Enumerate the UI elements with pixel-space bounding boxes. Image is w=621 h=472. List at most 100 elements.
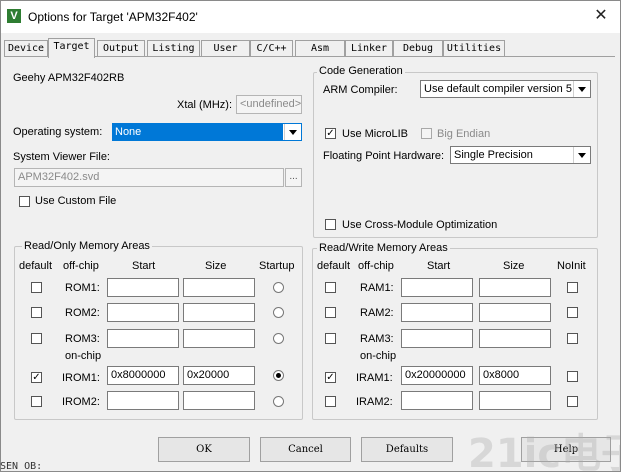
- ro-header-default: default: [19, 260, 53, 272]
- use-custom-file-checkbox[interactable]: [19, 196, 30, 207]
- rw-header-default: default: [317, 260, 351, 272]
- cross-module-optimization-label: Use Cross-Module Optimization: [342, 219, 498, 231]
- os-select[interactable]: None: [112, 123, 302, 141]
- ok-button[interactable]: OK: [158, 437, 250, 462]
- ro-header-size: Size: [205, 260, 227, 272]
- iram2-noinit-checkbox[interactable]: [567, 396, 578, 407]
- rom1-default-checkbox[interactable]: [31, 282, 42, 293]
- tab-device[interactable]: Device: [4, 40, 48, 57]
- rom2-startup-radio[interactable]: [273, 307, 284, 318]
- iram1-start-field[interactable]: 0x20000000: [401, 366, 473, 385]
- tab-strip-border: [4, 56, 615, 57]
- rom3-default-checkbox[interactable]: [31, 333, 42, 344]
- rom1-label: ROM1:: [65, 282, 100, 294]
- irom1-start-field[interactable]: 0x8000000: [107, 366, 179, 385]
- xtal-label: Xtal (MHz):: [177, 99, 232, 111]
- background-text: SEN OB:: [0, 461, 43, 472]
- tab-asm[interactable]: Asm: [295, 40, 345, 57]
- arm-compiler-value: Use default compiler version 5: [424, 83, 572, 95]
- irom2-start-field[interactable]: [107, 391, 179, 410]
- tab-utilities[interactable]: Utilities: [443, 40, 505, 57]
- use-microlib-label: Use MicroLIB: [342, 128, 409, 140]
- read-write-memory-title: Read/Write Memory Areas: [317, 242, 450, 255]
- rom3-start-field[interactable]: [107, 329, 179, 348]
- rw-header-start: Start: [427, 260, 451, 272]
- ram3-label: RAM3:: [360, 333, 394, 345]
- chevron-down-icon[interactable]: [573, 147, 590, 163]
- tab-output[interactable]: Output: [97, 40, 145, 57]
- tab-linker[interactable]: Linker: [345, 40, 393, 57]
- tab-target[interactable]: Target: [48, 38, 95, 58]
- cancel-button[interactable]: Cancel: [260, 437, 351, 462]
- svd-browse-button[interactable]: ...: [285, 168, 302, 187]
- os-select-value: None: [113, 124, 283, 140]
- cross-module-optimization-checkbox[interactable]: [325, 219, 336, 230]
- irom2-default-checkbox[interactable]: [31, 396, 42, 407]
- ram2-noinit-checkbox[interactable]: [567, 307, 578, 318]
- irom1-label: IROM1:: [62, 372, 100, 384]
- ram1-size-field[interactable]: [479, 278, 551, 297]
- close-icon[interactable]: ✕: [589, 5, 613, 27]
- svd-file-field[interactable]: APM32F402.svd: [14, 168, 284, 187]
- irom1-size-field[interactable]: 0x20000: [183, 366, 255, 385]
- iram2-default-checkbox[interactable]: [325, 396, 336, 407]
- ro-header-startup: Startup: [259, 260, 295, 272]
- iram1-size-field[interactable]: 0x8000: [479, 366, 551, 385]
- ram2-default-checkbox[interactable]: [325, 307, 336, 318]
- rom1-startup-radio[interactable]: [273, 282, 284, 293]
- defaults-button[interactable]: Defaults: [361, 437, 453, 462]
- tab-debug[interactable]: Debug: [393, 40, 443, 57]
- ram3-noinit-checkbox[interactable]: [567, 333, 578, 344]
- fpu-value: Single Precision: [454, 149, 533, 161]
- arm-compiler-select[interactable]: Use default compiler version 5: [420, 80, 591, 98]
- watermark-logo: 21ic电子网: [468, 431, 620, 472]
- irom2-size-field[interactable]: [183, 391, 255, 410]
- rom3-size-field[interactable]: [183, 329, 255, 348]
- ram1-label: RAM1:: [360, 282, 394, 294]
- ram3-size-field[interactable]: [479, 329, 551, 348]
- ram1-noinit-checkbox[interactable]: [567, 282, 578, 293]
- iram2-size-field[interactable]: [479, 391, 551, 410]
- iram1-label: IRAM1:: [356, 372, 393, 384]
- iram1-default-checkbox[interactable]: ✓: [325, 372, 336, 383]
- rom3-startup-radio[interactable]: [273, 333, 284, 344]
- ram3-start-field[interactable]: [401, 329, 473, 348]
- rom1-size-field[interactable]: [183, 278, 255, 297]
- big-endian-checkbox[interactable]: [421, 128, 432, 139]
- fpu-select[interactable]: Single Precision: [450, 146, 591, 164]
- rom2-size-field[interactable]: [183, 303, 255, 322]
- rw-header-size: Size: [503, 260, 525, 272]
- rom2-default-checkbox[interactable]: [31, 307, 42, 318]
- chevron-down-icon[interactable]: [573, 81, 590, 97]
- irom1-default-checkbox[interactable]: ✓: [31, 372, 42, 383]
- irom1-startup-radio[interactable]: [273, 370, 284, 381]
- ram2-size-field[interactable]: [479, 303, 551, 322]
- xtal-field[interactable]: <undefined>: [236, 95, 302, 114]
- tab-listing[interactable]: Listing: [147, 40, 200, 57]
- tab-user[interactable]: User: [201, 40, 250, 57]
- ram3-default-checkbox[interactable]: [325, 333, 336, 344]
- code-generation-title: Code Generation: [317, 65, 405, 78]
- ram1-start-field[interactable]: [401, 278, 473, 297]
- irom2-startup-radio[interactable]: [273, 396, 284, 407]
- device-name: Geehy APM32F402RB: [13, 72, 125, 84]
- rw-onchip-label: on-chip: [360, 350, 397, 362]
- use-microlib-checkbox[interactable]: ✓: [325, 128, 336, 139]
- ram2-start-field[interactable]: [401, 303, 473, 322]
- rom2-label: ROM2:: [65, 307, 100, 319]
- iram2-start-field[interactable]: [401, 391, 473, 410]
- tab-c-cpp[interactable]: C/C++: [250, 40, 293, 57]
- ram1-default-checkbox[interactable]: [325, 282, 336, 293]
- rw-header-noinit: NoInit: [557, 260, 586, 272]
- rom1-start-field[interactable]: [107, 278, 179, 297]
- chevron-down-icon[interactable]: [284, 124, 301, 140]
- rom2-start-field[interactable]: [107, 303, 179, 322]
- iram1-noinit-checkbox[interactable]: [567, 371, 578, 382]
- title-bar: V Options for Target 'APM32F402' ✕: [1, 1, 620, 33]
- keil-app-icon: V: [7, 9, 21, 23]
- fpu-label: Floating Point Hardware:: [323, 150, 445, 162]
- ram2-label: RAM2:: [360, 307, 394, 319]
- os-label: Operating system:: [13, 126, 103, 138]
- iram2-label: IRAM2:: [356, 396, 393, 408]
- use-custom-file-label: Use Custom File: [35, 195, 117, 207]
